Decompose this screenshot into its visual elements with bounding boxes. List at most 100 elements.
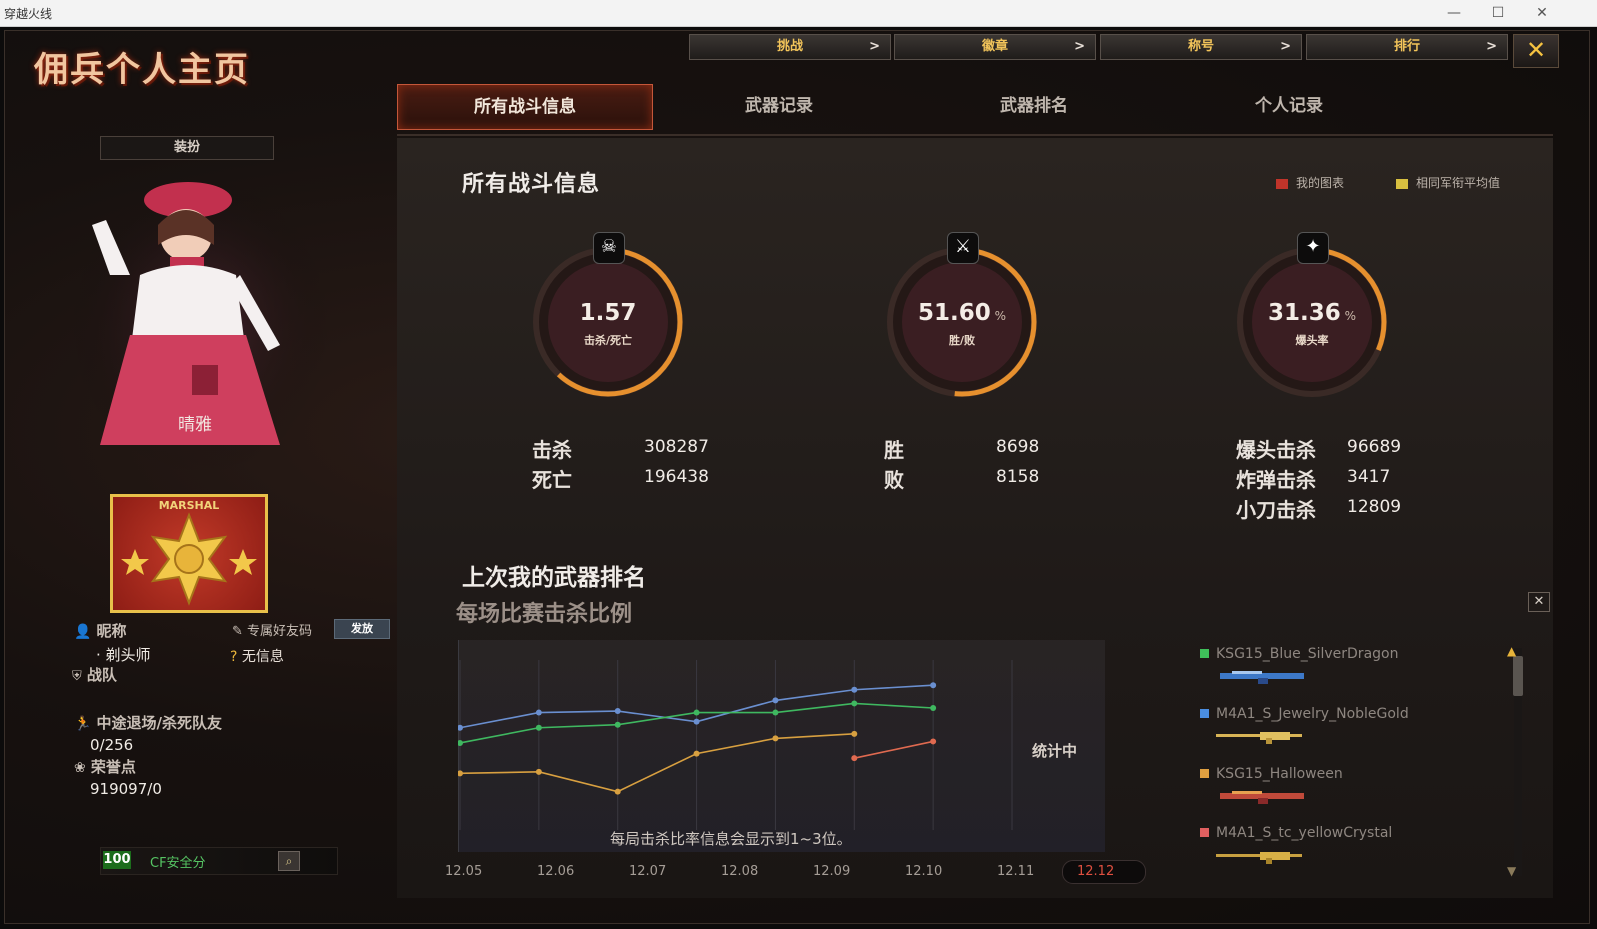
legend-label: 相同军衔平均值 xyxy=(1416,176,1501,190)
weapon-item[interactable]: KSG15_Halloween xyxy=(1200,766,1343,782)
honor-value: 919097/0 xyxy=(90,780,162,798)
scroll-up-icon[interactable]: ▲ xyxy=(1507,644,1516,658)
maximize-icon[interactable]: ☐ xyxy=(1486,3,1510,23)
stat-value-bomb-kills: 3417 xyxy=(1347,467,1391,487)
data-point[interactable] xyxy=(930,738,937,745)
data-point[interactable] xyxy=(614,788,621,795)
data-point[interactable] xyxy=(851,730,858,737)
x-tick-label[interactable]: 12.12 xyxy=(1077,864,1114,879)
data-point[interactable] xyxy=(772,709,779,716)
stat-label-deaths: 死亡 xyxy=(532,468,572,492)
stat-value-knife-kills: 12809 xyxy=(1347,497,1402,517)
data-point[interactable] xyxy=(851,755,858,762)
team-icon: ⛨ xyxy=(72,669,82,684)
search-icon[interactable]: ⌕ xyxy=(278,851,300,871)
safety-score: 100 xyxy=(103,851,131,869)
topnav-title[interactable]: 称号 > xyxy=(1100,34,1302,60)
tab-weapon-record[interactable]: 武器记录 xyxy=(652,84,906,128)
skull-icon: ☠ xyxy=(593,232,625,264)
ring-value: 1.57 xyxy=(548,300,668,326)
window-titlebar: 穿越火线 — ☐ ✕ xyxy=(0,0,1597,27)
outfit-button[interactable]: 装扮 xyxy=(100,136,274,160)
topnav-label: 排行 xyxy=(1393,39,1420,54)
ring-label: 胜/败 xyxy=(948,334,976,347)
series-line xyxy=(854,740,934,759)
scrollbar-thumb[interactable] xyxy=(1513,656,1523,696)
data-point[interactable] xyxy=(693,709,700,716)
x-tick-label: 12.11 xyxy=(997,864,1035,879)
friend-code-row: ✎ 专属好友码 xyxy=(232,620,312,639)
ring-label: 击杀/死亡 xyxy=(583,334,633,347)
data-point[interactable] xyxy=(535,724,542,731)
x-tick-label: 12.09 xyxy=(813,864,851,879)
chevron-right-icon: > xyxy=(1486,39,1497,54)
stat-label-kills: 击杀 xyxy=(532,438,572,462)
topnav-badge[interactable]: 徽章 > xyxy=(894,34,1096,60)
data-point[interactable] xyxy=(930,705,937,711)
stat-label-headshot-kills: 爆头击杀 xyxy=(1236,438,1316,462)
data-point[interactable] xyxy=(772,697,779,704)
close-button[interactable]: ✕ xyxy=(1513,34,1559,68)
data-point[interactable] xyxy=(851,700,858,707)
data-point[interactable] xyxy=(535,709,542,716)
topnav-ranking[interactable]: 排行 > xyxy=(1306,34,1508,60)
scroll-down-icon[interactable]: ▼ xyxy=(1507,864,1516,878)
team-row: ⛨ 战队 xyxy=(72,664,117,685)
topnav-label: 称号 xyxy=(1187,39,1214,54)
character-name: 晴雅 xyxy=(178,415,212,435)
data-point[interactable] xyxy=(693,718,700,725)
chevron-right-icon: > xyxy=(1280,39,1291,54)
safety-score-bar xyxy=(100,847,338,875)
tab-all-combat[interactable]: 所有战斗信息 xyxy=(397,84,653,130)
weapon-item[interactable]: M4A1_S_Jewelry_NobleGold xyxy=(1200,706,1409,722)
x-tick-label: 12.07 xyxy=(629,864,667,879)
stat-value-kills: 308287 xyxy=(644,437,709,457)
weapon-item[interactable]: M4A1_S_tc_yellowCrystal xyxy=(1200,825,1392,841)
weapon-color-swatch xyxy=(1200,649,1209,658)
weapon-rank-title: 上次我的武器排名 xyxy=(462,565,646,591)
headshot-icon: ✦ xyxy=(1297,232,1329,264)
weapon-name: M4A1_S_Jewelry_NobleGold xyxy=(1216,706,1409,722)
data-point[interactable] xyxy=(693,750,700,757)
weapon-list-close-button[interactable]: ✕ xyxy=(1528,592,1550,612)
x-tick-label: 12.06 xyxy=(537,864,575,879)
data-point[interactable] xyxy=(614,708,621,715)
tag-icon: ✎ xyxy=(232,624,243,639)
tab-divider xyxy=(397,134,1553,136)
legend-swatch xyxy=(1276,178,1288,189)
data-point[interactable] xyxy=(614,721,621,728)
tab-weapon-rank[interactable]: 武器排名 xyxy=(907,84,1161,128)
nickname-value: · 剃头师 xyxy=(96,646,151,664)
laurel-icon: ❀ xyxy=(74,760,86,776)
friend-code-issue-button[interactable]: 发放 xyxy=(334,619,390,639)
x-tick-label: 12.10 xyxy=(905,864,943,879)
window-close-icon[interactable]: ✕ xyxy=(1530,3,1554,23)
question-icon: ? xyxy=(230,649,238,665)
marshal-star-icon xyxy=(121,512,257,606)
data-point[interactable] xyxy=(458,724,463,731)
data-point[interactable] xyxy=(535,768,542,775)
nickname-label: 昵称 xyxy=(96,622,127,640)
rank-badge: MARSHAL xyxy=(110,494,268,613)
window-title: 穿越火线 xyxy=(4,7,53,21)
data-point[interactable] xyxy=(458,770,463,777)
ring-value-number: 1.57 xyxy=(579,300,637,326)
topnav-label: 挑战 xyxy=(776,39,803,54)
chart-footer-note: 每局击杀比率信息会显示到1~3位。 xyxy=(610,830,852,848)
quit-value: 0/256 xyxy=(90,736,134,754)
data-point[interactable] xyxy=(851,686,858,693)
person-icon: 👤 xyxy=(74,624,92,640)
ring-value: 51.60 % xyxy=(902,300,1022,326)
friend-code-value: 无信息 xyxy=(241,649,284,665)
series-line xyxy=(459,733,855,793)
data-point[interactable] xyxy=(772,735,779,742)
stat-value-losses: 8158 xyxy=(996,467,1040,487)
tab-personal-record[interactable]: 个人记录 xyxy=(1162,84,1416,128)
data-point[interactable] xyxy=(930,682,937,689)
weapon-item[interactable]: KSG15_Blue_SilverDragon xyxy=(1200,646,1398,662)
legend-my-chart: 我的图表 xyxy=(1276,174,1344,191)
data-point[interactable] xyxy=(458,739,463,746)
minimize-icon[interactable]: — xyxy=(1442,3,1466,23)
stat-value-headshot-kills: 96689 xyxy=(1347,437,1402,457)
topnav-challenge[interactable]: 挑战 > xyxy=(689,34,891,60)
